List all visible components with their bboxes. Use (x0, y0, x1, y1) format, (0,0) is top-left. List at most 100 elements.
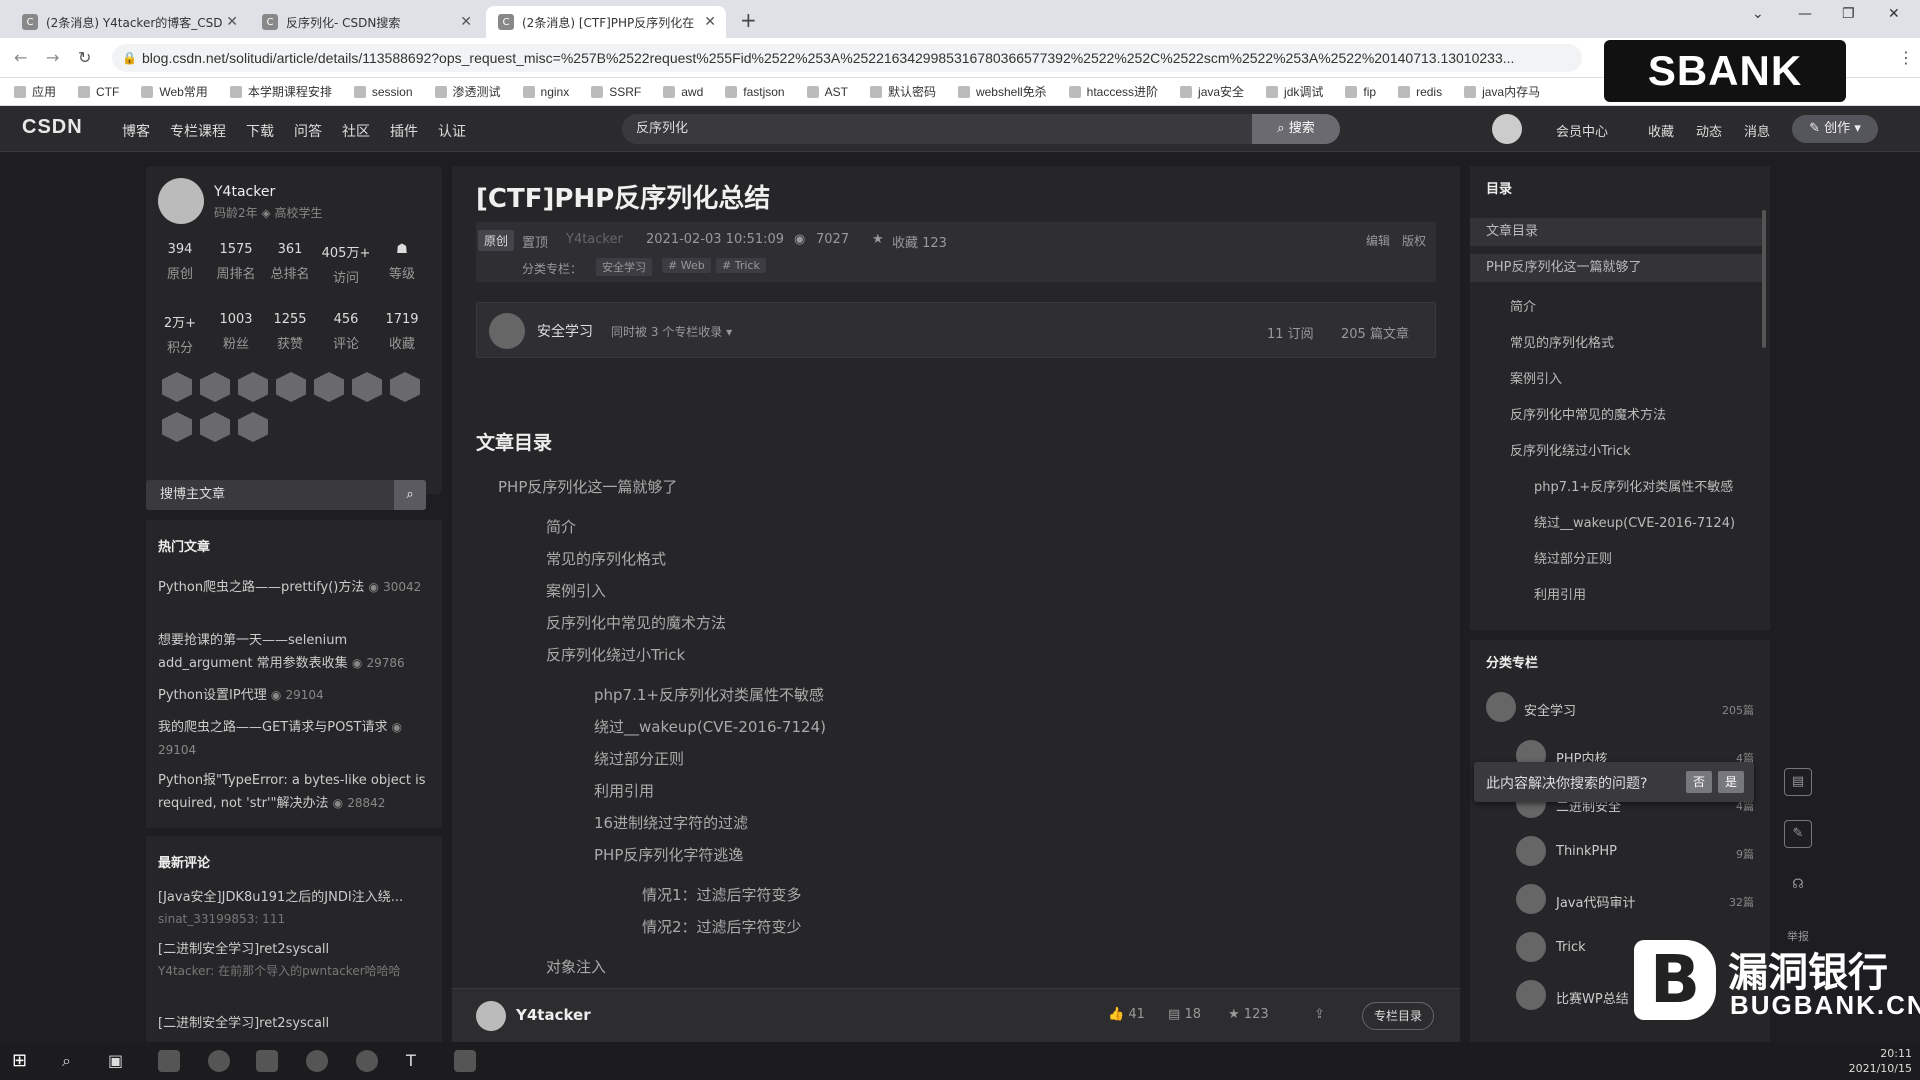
right-toc-item[interactable]: PHP反序列化这一篇就够了 (1470, 254, 1766, 282)
phpstorm-icon[interactable] (454, 1050, 476, 1072)
bookmark-folder[interactable]: AST (806, 85, 848, 99)
column-link[interactable]: ThinkPHP (1556, 844, 1617, 859)
bookmark-folder[interactable]: Web常用 (141, 83, 208, 100)
hot-article-item[interactable]: Python爬虫之路——prettify()方法 ◉ 30042 (158, 576, 434, 599)
badge-icon-10[interactable] (238, 412, 268, 442)
nav-vip-center[interactable]: 会员中心 (1556, 121, 1608, 140)
user-avatar[interactable] (1492, 114, 1522, 144)
browser-menu-icon[interactable]: ⋮ (1898, 48, 1914, 67)
edit-icon[interactable]: ✎ (1784, 820, 1812, 848)
csdn-logo[interactable]: CSDN (22, 116, 83, 139)
right-toc-item[interactable]: 绕过__wakeup(CVE-2016-7124) (1534, 512, 1735, 531)
right-toc-item[interactable]: 反序列化绕过小Trick (1510, 440, 1631, 459)
site-search-button[interactable]: ⌕ 搜索 (1252, 114, 1340, 144)
stat-total-rank[interactable]: 361 总排名 (260, 242, 320, 282)
toc-link[interactable]: 情况2：过滤后字符变少 (642, 916, 802, 937)
search-icon[interactable]: ⌕ (62, 1050, 84, 1072)
system-clock[interactable]: 20:11 2021/10/15 (1849, 1046, 1912, 1076)
nav-download[interactable]: 下载 (246, 121, 274, 141)
nav-certification[interactable]: 认证 (438, 121, 466, 141)
nav-courses[interactable]: 专栏课程 (170, 121, 226, 141)
right-toc-item[interactable]: 绕过部分正则 (1534, 548, 1612, 567)
new-tab-icon[interactable]: + (740, 8, 757, 32)
toc-link[interactable]: 常见的序列化格式 (546, 548, 666, 569)
right-toc-item[interactable]: 简介 (1510, 296, 1536, 315)
bookmark-link[interactable]: java内存马 (1464, 83, 1540, 100)
toc-link[interactable]: 案例引入 (546, 580, 606, 601)
edit-link[interactable]: 编辑 (1366, 232, 1390, 249)
close-tab-icon[interactable]: ✕ (704, 14, 716, 30)
blog-search-input[interactable]: 搜博主文章 (146, 480, 420, 510)
url-input[interactable]: 🔒 blog.csdn.net/solitudi/article/details… (112, 44, 1582, 72)
toc-link[interactable]: 情况1：过滤后字符变多 (642, 884, 802, 905)
footer-author-name[interactable]: Y4tacker (516, 1006, 591, 1024)
feedback-no-button[interactable]: 否 (1686, 771, 1712, 793)
bookmark-folder[interactable]: webshell免杀 (957, 83, 1047, 100)
toc-scrollbar[interactable] (1762, 210, 1766, 348)
toc-link[interactable]: 简介 (546, 516, 576, 537)
badge-icon-3[interactable] (238, 372, 268, 402)
hot-article-item[interactable]: 想要抢课的第一天——selenium add_argument 常用参数表收集 … (158, 630, 434, 675)
windows-start-icon[interactable]: ⊞ (12, 1050, 34, 1072)
app-icon[interactable] (256, 1050, 278, 1072)
nav-activity[interactable]: 动态 (1696, 121, 1722, 140)
toc-link[interactable]: 利用引用 (594, 780, 654, 801)
toc-link[interactable]: 绕过部分正则 (594, 748, 684, 769)
favorite-count[interactable]: 收藏 123 (892, 232, 947, 251)
column-link[interactable]: Java代码审计 (1556, 892, 1635, 911)
right-toc-item[interactable]: 文章目录 (1470, 218, 1766, 246)
browser-tab-1[interactable]: C (2条消息) Y4tacker的博客_CSD ✕ (10, 6, 248, 38)
clipboard-icon[interactable]: ▤ (1784, 768, 1812, 796)
share-icon[interactable]: ⇪ (1314, 1007, 1325, 1022)
hot-article-item[interactable]: 我的爬虫之路——GET请求与POST请求 ◉ 29104 (158, 716, 434, 762)
badge-icon-8[interactable] (162, 412, 192, 442)
bookmark-folder[interactable]: awd (663, 85, 703, 99)
right-toc-item[interactable]: php7.1+反序列化对类属性不敏感 (1534, 476, 1733, 495)
bookmark-folder[interactable]: fastjson (725, 85, 785, 99)
create-button[interactable]: ✎ 创作 ▾ (1792, 115, 1878, 143)
app-icon[interactable] (306, 1050, 328, 1072)
bookmark-folder[interactable]: 默认密码 (869, 83, 936, 100)
column-toc-button[interactable]: 专栏目录 (1362, 1002, 1434, 1030)
file-explorer-icon[interactable] (158, 1050, 180, 1072)
comment-article-link[interactable]: [Java安全]JDK8u191之后的JNDI注入绕... (158, 888, 434, 908)
bookmark-folder[interactable]: java安全 (1180, 83, 1244, 100)
close-tab-icon[interactable]: ✕ (226, 14, 238, 30)
column-also-included[interactable]: 同时被 3 个专栏收录 ▾ (611, 323, 732, 340)
author-avatar[interactable] (158, 178, 204, 224)
toc-link[interactable]: PHP反序列化这一篇就够了 (498, 476, 677, 497)
toc-link[interactable]: 反序列化中常见的魔术方法 (546, 612, 726, 633)
task-view-icon[interactable]: ▣ (108, 1050, 130, 1072)
badge-icon-1[interactable] (162, 372, 192, 402)
tag-web[interactable]: # Web (662, 258, 711, 273)
toc-link[interactable]: 反序列化绕过小Trick (546, 644, 685, 665)
nav-blog[interactable]: 博客 (122, 121, 150, 141)
stat-weekly-rank[interactable]: 1575 周排名 (206, 242, 266, 282)
right-toc-item[interactable]: 案例引入 (1510, 368, 1562, 387)
nav-favorites[interactable]: 收藏 (1648, 121, 1674, 140)
column-name[interactable]: 安全学习 (537, 321, 593, 341)
nav-qa[interactable]: 问答 (294, 121, 322, 141)
author-avatar[interactable] (476, 1001, 506, 1031)
column-link[interactable]: 比赛WP总结 (1556, 988, 1629, 1007)
headset-icon[interactable]: ☊ (1784, 872, 1812, 900)
tab-search-icon[interactable]: ⌄ (1752, 6, 1764, 22)
toc-link[interactable]: 绕过__wakeup(CVE-2016-7124) (594, 716, 826, 737)
site-search-input[interactable]: 反序列化 (622, 114, 1252, 144)
toc-link[interactable]: 对象注入 (546, 956, 606, 977)
right-toc-item[interactable]: 利用引用 (1534, 584, 1586, 603)
column-link[interactable]: Trick (1556, 940, 1586, 955)
minimize-icon[interactable]: — (1798, 6, 1812, 22)
bookmark-link[interactable]: redis (1398, 85, 1442, 99)
chrome-icon[interactable] (208, 1050, 230, 1072)
badge-icon-6[interactable] (352, 372, 382, 402)
bookmark-folder[interactable]: jdk调试 (1266, 83, 1323, 100)
app-icon[interactable] (356, 1050, 378, 1072)
tag-trick[interactable]: # Trick (716, 258, 766, 273)
badge-icon-2[interactable] (200, 372, 230, 402)
comment-article-link[interactable]: [二进制安全学习]ret2syscall (158, 1014, 434, 1034)
column-link[interactable]: 安全学习 (1524, 700, 1576, 719)
copyright-link[interactable]: 版权 (1402, 232, 1426, 249)
back-icon[interactable]: ← (14, 48, 27, 67)
feedback-yes-button[interactable]: 是 (1718, 771, 1744, 793)
